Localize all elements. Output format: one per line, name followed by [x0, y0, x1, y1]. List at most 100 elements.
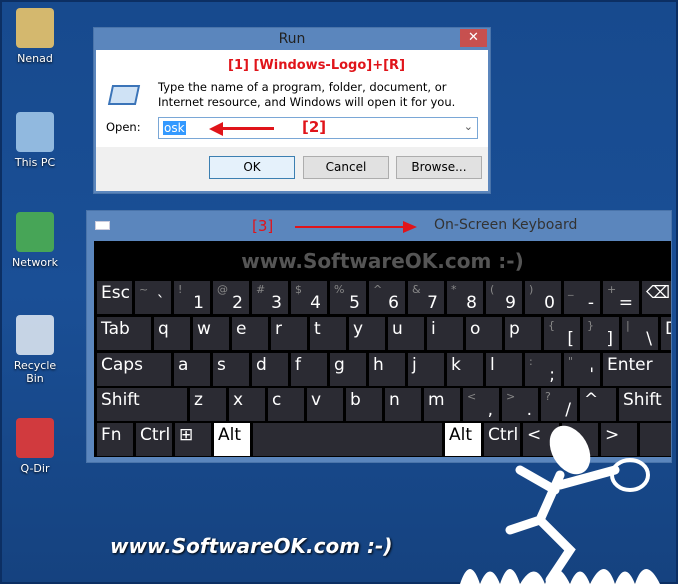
- key[interactable]: & 7: [408, 281, 444, 314]
- key[interactable]: h: [369, 353, 405, 386]
- key[interactable]: @2: [213, 281, 249, 314]
- key-label: f: [295, 355, 301, 375]
- key[interactable]: n: [385, 388, 421, 421]
- key[interactable]: ! 1: [174, 281, 210, 314]
- key[interactable]: Fn: [97, 423, 133, 456]
- key[interactable]: Esc: [97, 281, 132, 314]
- desktop-icon[interactable]: Nenad: [4, 8, 66, 65]
- key-shift-label: %: [334, 283, 345, 296]
- key[interactable]: (9: [486, 281, 522, 314]
- key[interactable]: Tab: [97, 317, 151, 350]
- key[interactable]: a: [174, 353, 210, 386]
- ok-button[interactable]: OK: [209, 156, 295, 179]
- open-input[interactable]: osk [2] ⌄: [158, 117, 478, 139]
- key-label: q: [158, 319, 169, 339]
- key-shift-label: ": [568, 355, 574, 368]
- key[interactable]: ~ `: [135, 281, 171, 314]
- key-shift-label: !: [178, 283, 183, 296]
- key[interactable]: Shift: [97, 388, 187, 421]
- key[interactable]: w: [193, 317, 229, 350]
- key[interactable]: {[: [544, 317, 580, 350]
- key[interactable]: ^ 6: [369, 281, 405, 314]
- key[interactable]: x: [229, 388, 265, 421]
- key-label: l: [490, 355, 495, 375]
- key[interactable]: s: [213, 353, 249, 386]
- key[interactable]: q: [154, 317, 190, 350]
- desktop-icon[interactable]: Network: [4, 212, 66, 269]
- key[interactable]: u: [388, 317, 424, 350]
- run-footer: OK Cancel Browse...: [96, 147, 488, 191]
- key[interactable]: }]: [583, 317, 619, 350]
- desktop-icon[interactable]: Recycle Bin: [4, 315, 66, 385]
- key-label: ]: [606, 329, 613, 349]
- key[interactable]: g: [330, 353, 366, 386]
- key[interactable]: % 5: [330, 281, 366, 314]
- key[interactable]: #3: [252, 281, 288, 314]
- key-label: Shift: [101, 390, 140, 410]
- key-shift-label: ): [529, 283, 534, 296]
- key-label: 5: [349, 293, 360, 313]
- key[interactable]: _ -: [564, 281, 600, 314]
- q-dir-icon: [16, 418, 54, 458]
- run-body: [1] [Windows-Logo]+[R] Type the name of …: [96, 50, 488, 147]
- key-label: t: [314, 319, 321, 339]
- key[interactable]: c: [268, 388, 304, 421]
- key[interactable]: f: [291, 353, 327, 386]
- key-label: 1: [193, 293, 204, 313]
- key[interactable]: o: [466, 317, 502, 350]
- key[interactable]: ⌫: [642, 281, 671, 314]
- desktop-icon[interactable]: This PC: [4, 112, 66, 169]
- footer-watermark: www.SoftwareOK.com :-): [110, 534, 393, 558]
- key-label: s: [217, 355, 226, 375]
- desktop-icon[interactable]: Q-Dir: [4, 418, 66, 475]
- key[interactable]: j: [408, 353, 444, 386]
- key-shift-label: #: [256, 283, 266, 296]
- key[interactable]: Alt: [214, 423, 250, 456]
- key[interactable]: z: [190, 388, 226, 421]
- key[interactable]: p: [505, 317, 541, 350]
- key[interactable]: ⊞: [175, 423, 211, 456]
- key-shift-label: }: [587, 319, 594, 332]
- key-label: 0: [544, 293, 555, 313]
- chevron-down-icon[interactable]: ⌄: [464, 120, 473, 133]
- key[interactable]: r: [271, 317, 307, 350]
- key[interactable]: [253, 423, 442, 456]
- key-label: Ctrl: [140, 425, 171, 445]
- run-dialog: Run ✕ [1] [Windows-Logo]+[R] Type the na…: [93, 27, 491, 194]
- keyboard-row: Tabqwertyuiop{[}]|\Del: [97, 317, 671, 350]
- key[interactable]: ) 0: [525, 281, 561, 314]
- browse-button[interactable]: Browse...: [396, 156, 482, 179]
- key-label: k: [451, 355, 461, 375]
- key[interactable]: y: [349, 317, 385, 350]
- key-shift-label: $: [295, 283, 302, 296]
- key[interactable]: i: [427, 317, 463, 350]
- open-label: Open:: [106, 120, 141, 134]
- key[interactable]: t: [310, 317, 346, 350]
- annotation-1: [1] [Windows-Logo]+[R]: [228, 58, 406, 73]
- key[interactable]: b: [346, 388, 382, 421]
- key[interactable]: | \: [622, 317, 658, 350]
- close-button[interactable]: ✕: [460, 29, 487, 47]
- key-label: d: [256, 355, 267, 375]
- arrow-head-icon: [209, 122, 223, 136]
- key-label: =: [618, 293, 633, 313]
- keyboard-icon: [95, 221, 110, 230]
- key-shift-label: {: [548, 319, 555, 332]
- network-icon: [16, 212, 54, 252]
- key-label: j: [412, 355, 417, 375]
- keyboard-row: Esc ~ `! 1 @2 #3 $4% 5 ^ 6 & 7 * 8(9) 0 _ - + = ⌫: [97, 281, 671, 314]
- arrow-icon: [295, 226, 405, 228]
- key[interactable]: $4: [291, 281, 327, 314]
- key[interactable]: Del: [661, 317, 671, 350]
- key[interactable]: v: [307, 388, 343, 421]
- key[interactable]: Caps: [97, 353, 171, 386]
- key[interactable]: * 8: [447, 281, 483, 314]
- key[interactable]: d: [252, 353, 288, 386]
- cancel-button[interactable]: Cancel: [303, 156, 389, 179]
- key[interactable]: e: [232, 317, 268, 350]
- key-label: h: [373, 355, 384, 375]
- key[interactable]: + =: [603, 281, 639, 314]
- osk-title: On-Screen Keyboard: [434, 217, 578, 233]
- arrow-icon: [219, 127, 274, 130]
- key[interactable]: Ctrl: [136, 423, 172, 456]
